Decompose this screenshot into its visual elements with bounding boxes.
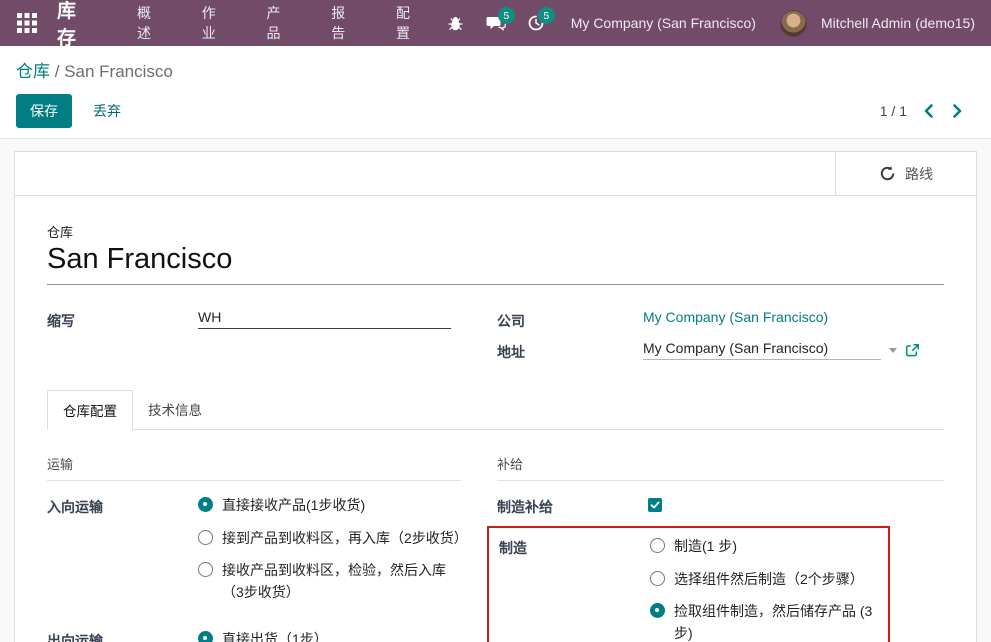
address-input[interactable]: My Company (San Francisco) <box>643 340 881 360</box>
routes-button-label: 路线 <box>905 164 933 184</box>
activities-badge: 5 <box>538 7 555 24</box>
user-menu[interactable]: Mitchell Admin (demo15) <box>821 15 975 31</box>
company-value-link[interactable]: My Company (San Francisco) <box>643 309 828 325</box>
radio-selected-icon <box>650 603 665 618</box>
outgoing-shipments-label: 出向运输 <box>47 629 198 642</box>
menu-item-reporting[interactable]: 报告 <box>317 0 366 56</box>
company-label: 公司 <box>497 309 643 331</box>
manufacture-radio-group: 制造(1 步) 选择组件然后制造（2个步骤） 捡取组件制造，然后储存产品 (3 … <box>650 536 888 642</box>
notebook-tabs: 仓库配置 技术信息 <box>47 389 944 430</box>
apps-grid-icon-svg <box>16 12 38 34</box>
radio-selected-icon <box>198 631 213 642</box>
short-name-label: 缩写 <box>47 309 198 331</box>
address-field-row: 地址 My Company (San Francisco) <box>497 340 944 362</box>
warehouse-name-input[interactable]: San Francisco <box>47 241 944 285</box>
dropdown-caret-icon[interactable] <box>889 348 897 353</box>
radio-selected-icon <box>198 497 213 512</box>
incoming-option-2-steps[interactable]: 接到产品到收料区，再入库（2步收货） <box>198 528 462 550</box>
manufacture-label: 制造 <box>499 536 650 558</box>
debug-bug-icon[interactable] <box>439 6 473 40</box>
breadcrumb-warehouses-link[interactable]: 仓库 <box>16 62 50 81</box>
menu-item-operations[interactable]: 作业 <box>188 0 237 56</box>
control-panel: 仓库 / San Francisco 保存 丢弃 1 / 1 <box>0 46 991 139</box>
activities-clock-icon[interactable]: 5 <box>519 6 553 40</box>
external-link-icon[interactable] <box>905 343 920 358</box>
messages-badge: 5 <box>498 7 515 24</box>
pager-value: 1 / 1 <box>880 103 907 119</box>
discard-button[interactable]: 丢弃 <box>80 94 134 128</box>
incoming-option-1-step[interactable]: 直接接收产品(1步收货) <box>198 495 462 517</box>
messages-icon[interactable]: 5 <box>479 6 513 40</box>
incoming-shipments-radio-group: 直接接收产品(1步收货) 接到产品到收料区，再入库（2步收货） 接收产品到收料区… <box>198 495 462 615</box>
manufacture-option-1-step[interactable]: 制造(1 步) <box>650 536 888 558</box>
refresh-icon <box>879 165 896 182</box>
routes-button[interactable]: 路线 <box>835 152 976 195</box>
checkmark-icon <box>650 500 660 510</box>
shipments-group-title: 运输 <box>47 454 461 481</box>
breadcrumb: 仓库 / San Francisco <box>16 57 975 82</box>
pager-previous-button[interactable] <box>921 101 936 121</box>
topbar: 库存 概述 作业 产品 报告 配置 <box>0 0 991 46</box>
bug-icon-svg <box>447 15 464 32</box>
manufacture-option-3-steps[interactable]: 捡取组件制造，然后储存产品 (3 步) <box>650 601 888 642</box>
tab-technical-information[interactable]: 技术信息 <box>133 390 217 430</box>
manufacture-resupply-row: 制造补给 <box>497 495 944 517</box>
manufacture-resupply-checkbox[interactable] <box>648 498 662 512</box>
main-menu: 概述 作业 产品 报告 配置 <box>115 0 439 56</box>
breadcrumb-current: / San Francisco <box>55 62 173 81</box>
incoming-shipments-label: 入向运输 <box>47 495 198 517</box>
menu-item-products[interactable]: 产品 <box>253 0 302 56</box>
user-avatar[interactable] <box>780 10 807 37</box>
incoming-shipments-row: 入向运输 直接接收产品(1步收货) 接到产品到收料区，再入库（2步收货） <box>47 495 497 615</box>
chevron-left-icon <box>923 103 934 119</box>
menu-item-overview[interactable]: 概述 <box>123 0 172 56</box>
short-name-field-row: 缩写 WH <box>47 309 497 331</box>
pager: 1 / 1 <box>880 101 965 121</box>
app-name-inventory[interactable]: 库存 <box>57 0 93 50</box>
outgoing-shipments-radio-group: 直接出货（1步） 送到待出货区，再送货（2步发货） <box>198 629 440 642</box>
short-name-input[interactable]: WH <box>198 309 451 329</box>
menu-item-configuration[interactable]: 配置 <box>382 0 431 56</box>
radio-unselected-icon <box>650 538 665 553</box>
button-box: 路线 <box>15 152 976 196</box>
tab-warehouse-configuration[interactable]: 仓库配置 <box>47 390 133 430</box>
save-button[interactable]: 保存 <box>16 94 72 128</box>
form-sheet: 路线 仓库 San Francisco 缩写 WH 公司 My Company … <box>14 151 977 642</box>
warehouse-name-label: 仓库 <box>47 222 944 241</box>
incoming-option-3-steps[interactable]: 接收产品到收料区，检验，然后入库（3步收货） <box>198 560 462 603</box>
manufacture-option-2-steps[interactable]: 选择组件然后制造（2个步骤） <box>650 569 888 591</box>
manufacture-resupply-label: 制造补给 <box>497 495 648 517</box>
outgoing-option-1-step[interactable]: 直接出货（1步） <box>198 629 440 642</box>
pager-next-button[interactable] <box>950 101 965 121</box>
chevron-right-icon <box>952 103 963 119</box>
radio-unselected-icon <box>198 562 213 577</box>
apps-grid-icon[interactable] <box>14 8 41 38</box>
resupply-group-title: 补给 <box>497 454 944 481</box>
radio-unselected-icon <box>198 530 213 545</box>
address-label: 地址 <box>497 340 643 362</box>
manufacture-row-highlighted: 制造 制造(1 步) 选择组件然后制造（2个步骤） <box>487 526 890 642</box>
outgoing-shipments-row: 出向运输 直接出货（1步） 送到待出货区，再送货（2步发货） <box>47 629 497 642</box>
radio-unselected-icon <box>650 571 665 586</box>
form-view: 路线 仓库 San Francisco 缩写 WH 公司 My Company … <box>0 139 991 642</box>
company-field-row: 公司 My Company (San Francisco) <box>497 309 944 331</box>
company-switcher[interactable]: My Company (San Francisco) <box>559 15 774 31</box>
